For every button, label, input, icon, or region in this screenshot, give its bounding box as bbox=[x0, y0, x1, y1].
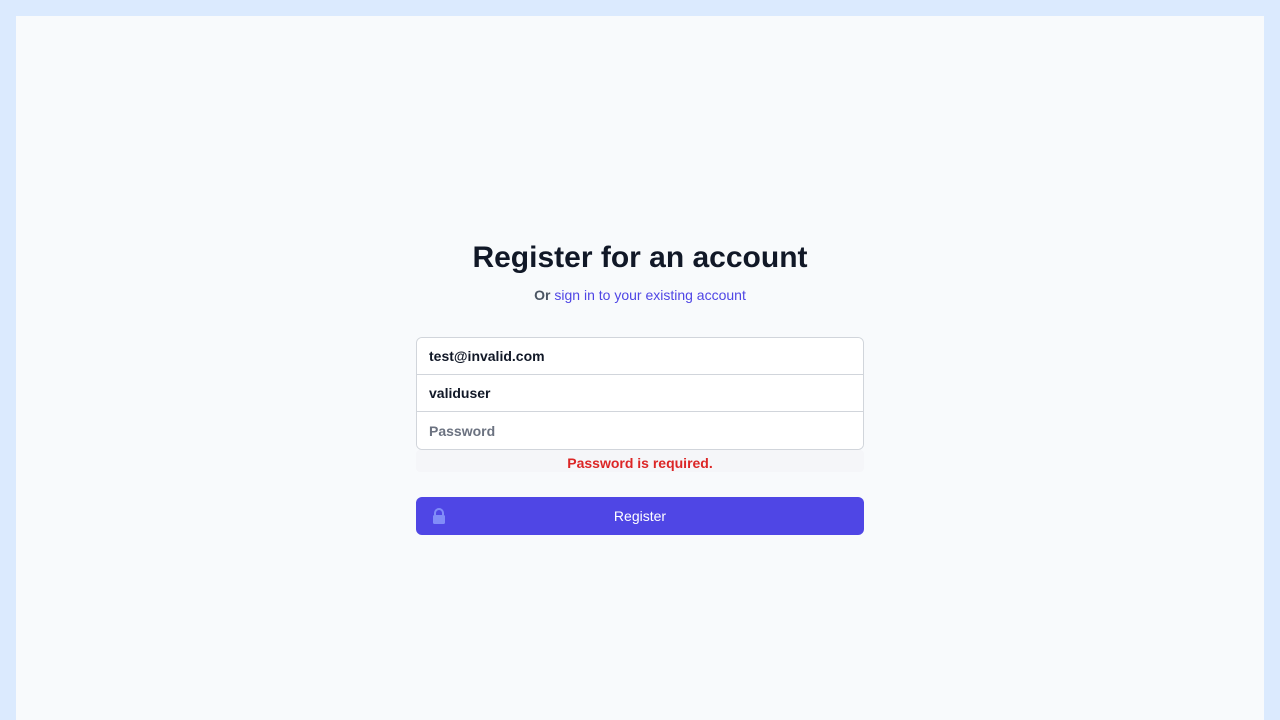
password-field[interactable] bbox=[417, 412, 863, 449]
password-error-message: Password is required. bbox=[567, 455, 713, 471]
signin-link[interactable]: sign in to your existing account bbox=[554, 287, 745, 303]
email-field[interactable] bbox=[417, 338, 863, 375]
page-title: Register for an account bbox=[472, 241, 808, 274]
register-button-label: Register bbox=[613, 508, 667, 524]
register-form-fields bbox=[416, 337, 864, 450]
page-frame: Register for an account Or sign in to yo… bbox=[16, 16, 1264, 720]
username-field[interactable] bbox=[417, 375, 863, 412]
register-button[interactable]: Register bbox=[416, 497, 864, 535]
subtitle-prefix: Or bbox=[534, 287, 551, 303]
page-subtitle: Or sign in to your existing account bbox=[416, 286, 864, 304]
